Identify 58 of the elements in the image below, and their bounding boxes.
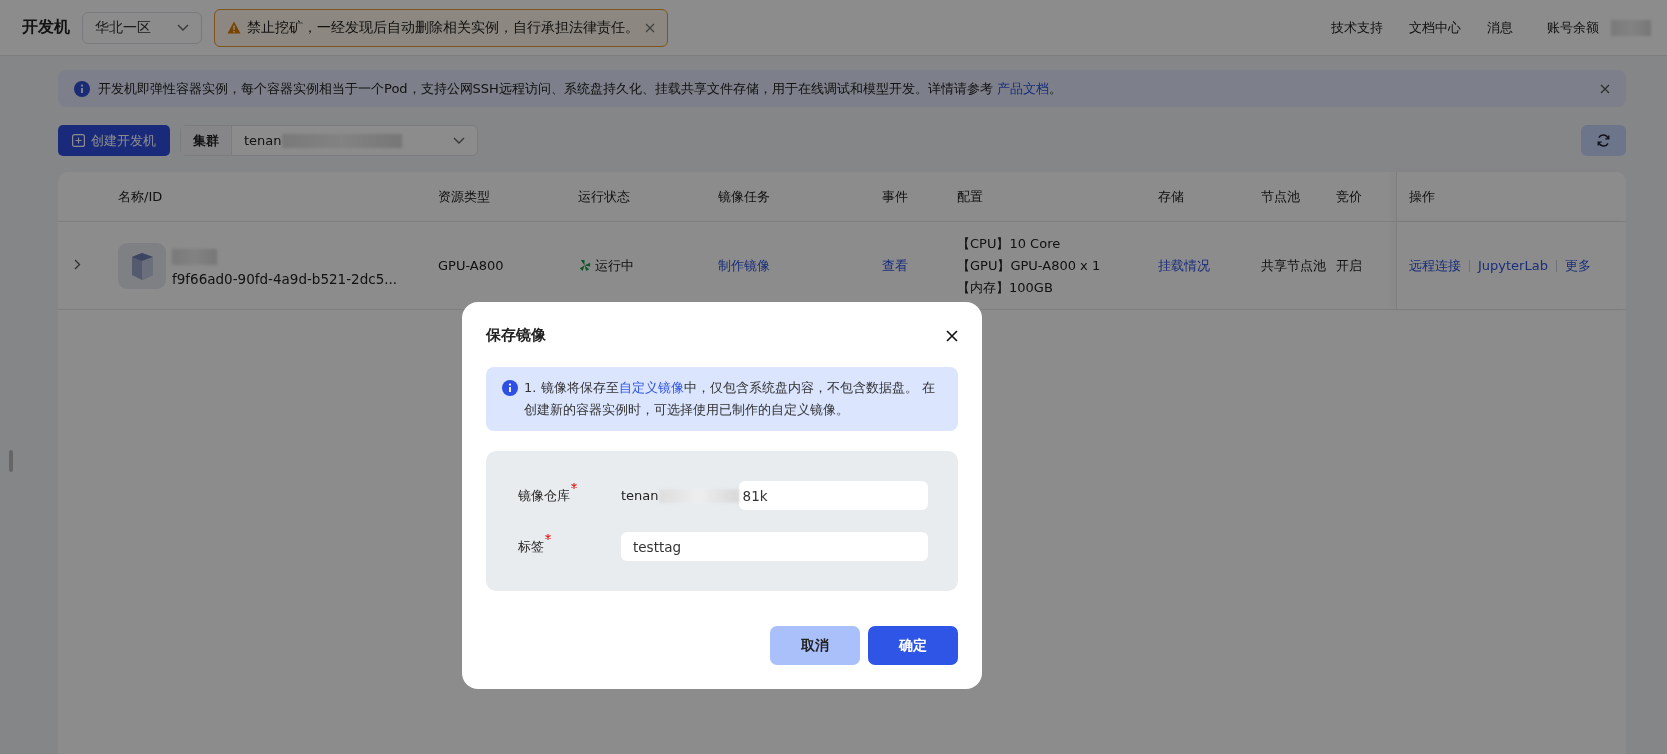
refresh-icon: [1596, 133, 1611, 148]
warning-icon: [227, 21, 241, 34]
chevron-down-icon: [453, 136, 465, 145]
column-header: 存储: [1158, 187, 1185, 206]
column-header: 镜像任务: [718, 187, 771, 206]
account-balance-label: 账号余额: [1547, 18, 1599, 37]
custom-image-link[interactable]: 自定义镜像: [618, 380, 684, 395]
cluster-select[interactable]: 集群 tenan: [180, 125, 478, 156]
table-cell-text: 开启: [1336, 256, 1363, 275]
warning-text: 禁止挖矿，一经发现后自动删除相关实例，自行承担法律责任。: [247, 18, 639, 37]
action-link[interactable]: 远程连接: [1409, 256, 1461, 275]
column-header: 节点池: [1261, 187, 1301, 206]
config-line: 【CPU】10 Core: [957, 234, 1062, 253]
create-button[interactable]: 创建开发机: [58, 125, 170, 156]
action-link[interactable]: 更多: [1564, 256, 1591, 275]
column-header: 事件: [882, 187, 909, 206]
docs-link[interactable]: 产品文档: [997, 80, 1049, 96]
running-icon: [578, 259, 591, 272]
column-header: 资源类型: [438, 187, 491, 206]
table-link[interactable]: 制作镜像: [718, 256, 882, 275]
close-icon[interactable]: [946, 329, 958, 342]
nav-link[interactable]: 技术支持: [1331, 18, 1383, 37]
drag-handle[interactable]: [9, 450, 13, 472]
table-link[interactable]: 查看: [882, 256, 957, 275]
field-value: tenan: [621, 488, 659, 503]
input-field[interactable]: 81k: [738, 481, 928, 510]
dialog-title: 保存镜像: [486, 326, 546, 345]
info-icon: [502, 380, 518, 396]
chevron-down-icon: [177, 23, 189, 32]
action-link[interactable]: JupyterLab: [1478, 258, 1548, 273]
expand-chevron-icon[interactable]: [74, 259, 81, 270]
table-cell-text: 共享节点池: [1261, 256, 1327, 275]
table-link[interactable]: 挂载情况: [1158, 256, 1261, 275]
table-cell-text: GPU-A800: [438, 258, 505, 273]
nav-link[interactable]: 消息: [1487, 18, 1513, 37]
refresh-button[interactable]: [1581, 125, 1626, 156]
info-icon: [74, 80, 90, 97]
server-icon: [118, 242, 166, 289]
confirm-button[interactable]: 确定: [868, 626, 958, 665]
info-text: 1. 镜像将保存至自定义镜像中，仅包含系统盘内容，不包含数据盘。 在创建新的容器实例时，可选择使用已制作的自定义镜像。: [524, 379, 936, 419]
config-line: 【GPU】GPU-A800 x 1: [957, 256, 1102, 275]
region-select[interactable]: 华北一区: [82, 11, 202, 44]
status-label: 运行中: [578, 256, 718, 275]
column-header: 操作: [1396, 172, 1626, 221]
nav-link[interactable]: 文档中心: [1409, 18, 1461, 37]
instance-id: f9f66ad0-90fd-4a9d-b521-2dc5...: [172, 270, 398, 287]
plus-square-icon: [72, 134, 85, 147]
column-header: 名称/ID: [118, 187, 164, 206]
field-label: 镜像仓库: [518, 486, 570, 505]
column-header: 竞价: [1336, 187, 1363, 206]
info-text: 开发机即弹性容器实例，每个容器实例相当于一个Pod，支持公网SSH远程访问、系统盘持久化、挂载共享文件存储，用于在线调试和模型开发。详情请参考 产品文档。: [98, 79, 1063, 98]
column-header: 运行状态: [578, 187, 631, 206]
column-header: 配置: [957, 187, 984, 206]
input-field[interactable]: testtag: [621, 532, 928, 561]
config-line: 【内存】100GB: [957, 278, 1054, 297]
cancel-button[interactable]: 取消: [770, 626, 860, 665]
field-label: 标签: [518, 537, 544, 556]
page-title: 开发机: [22, 17, 70, 38]
